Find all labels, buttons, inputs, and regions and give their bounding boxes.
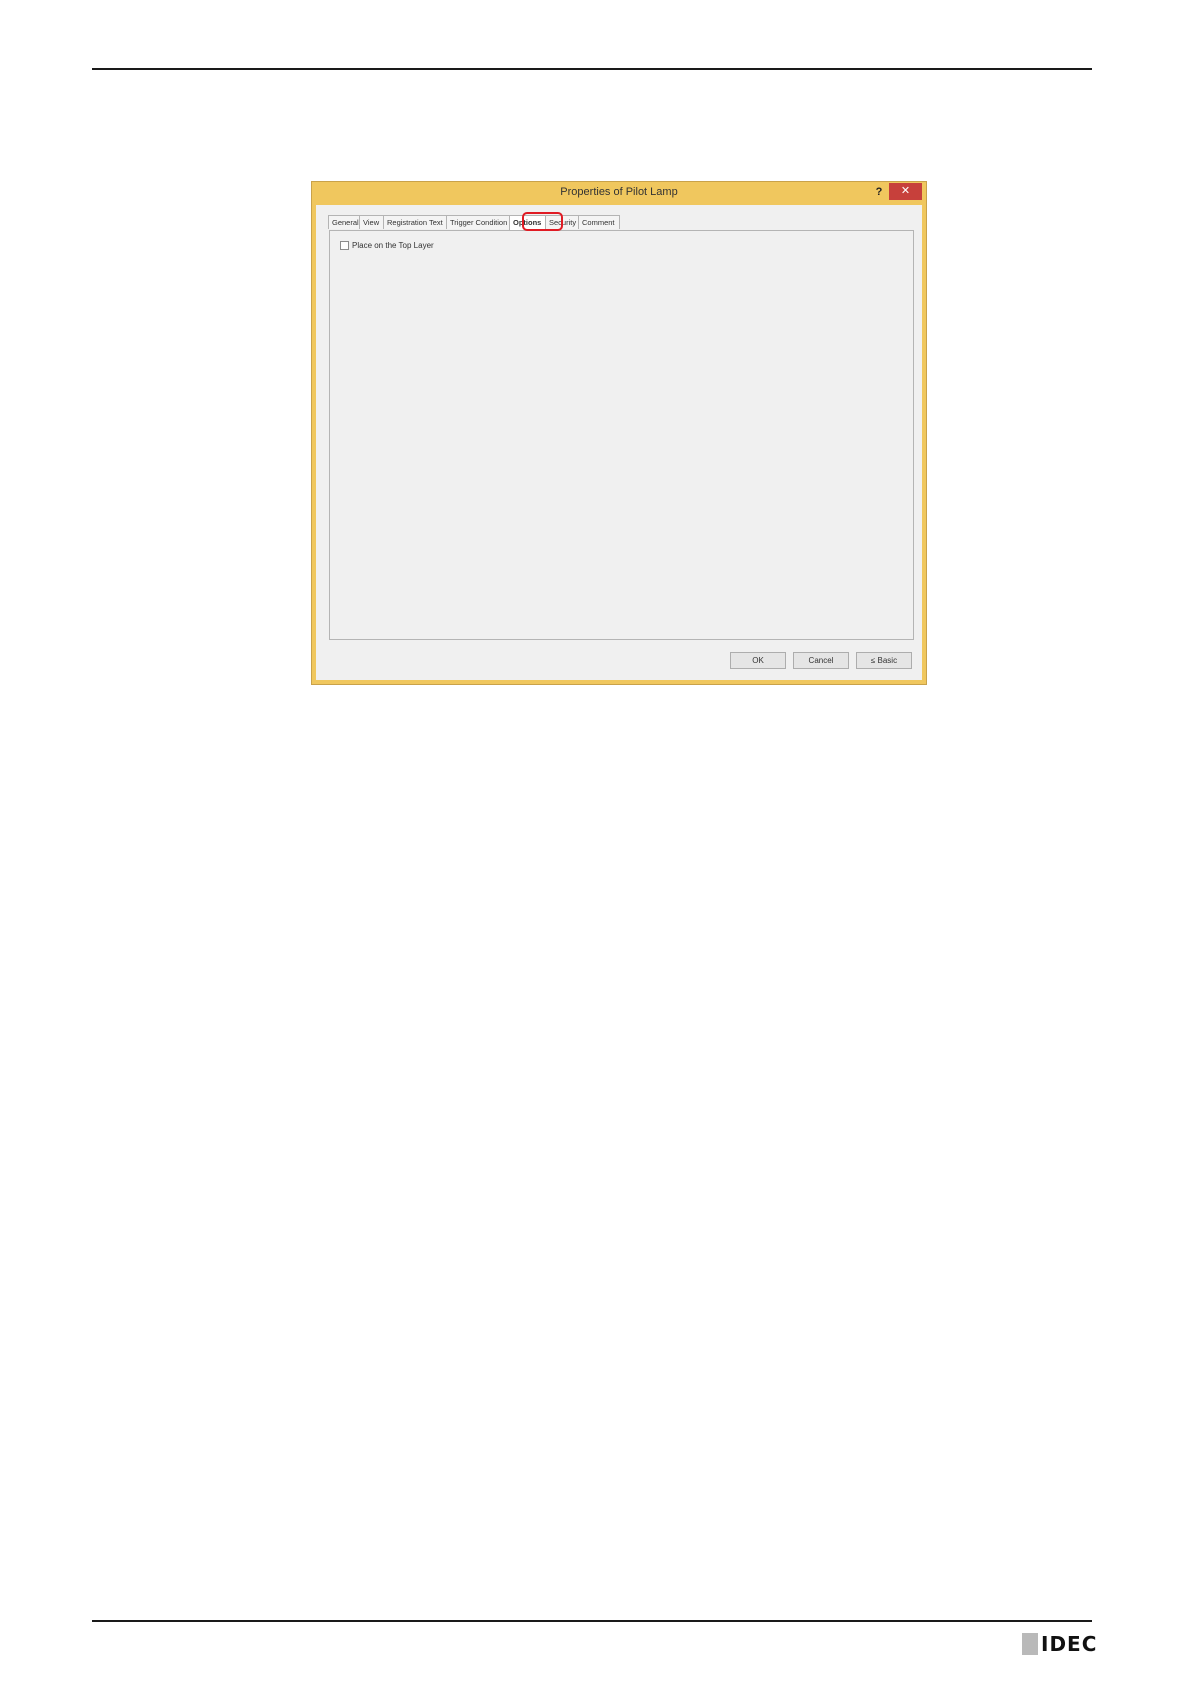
page-header-rule bbox=[92, 68, 1092, 70]
dialog-title: Properties of Pilot Lamp bbox=[560, 186, 678, 198]
tab-options[interactable]: Options bbox=[509, 215, 546, 230]
page-footer-rule bbox=[92, 1620, 1092, 1622]
idec-logo: IDEC bbox=[1022, 1632, 1097, 1656]
tab-comment[interactable]: Comment bbox=[578, 215, 620, 229]
ok-button[interactable]: OK bbox=[730, 652, 786, 669]
idec-logo-text: IDEC bbox=[1041, 1632, 1098, 1656]
dialog-client-area: General View Registration Text Trigger C… bbox=[316, 205, 922, 680]
tab-security[interactable]: Security bbox=[545, 215, 579, 229]
basic-button[interactable]: ≤ Basic bbox=[856, 652, 912, 669]
place-on-top-layer-option[interactable]: Place on the Top Layer bbox=[340, 241, 434, 250]
properties-dialog: Properties of Pilot Lamp ? ✕ General Vie… bbox=[311, 181, 927, 685]
tab-trigger-condition[interactable]: Trigger Condition bbox=[446, 215, 510, 229]
place-on-top-layer-checkbox[interactable] bbox=[340, 241, 349, 250]
help-button[interactable]: ? bbox=[872, 184, 886, 200]
tab-view[interactable]: View bbox=[359, 215, 384, 229]
tab-registration-text[interactable]: Registration Text bbox=[383, 215, 447, 229]
place-on-top-layer-label: Place on the Top Layer bbox=[352, 241, 434, 250]
dialog-titlebar[interactable]: Properties of Pilot Lamp ? ✕ bbox=[312, 182, 926, 205]
tab-strip: General View Registration Text Trigger C… bbox=[328, 215, 620, 230]
options-tab-panel: Place on the Top Layer bbox=[329, 230, 914, 640]
tab-general[interactable]: General bbox=[328, 215, 360, 229]
cancel-button[interactable]: Cancel bbox=[793, 652, 849, 669]
close-button[interactable]: ✕ bbox=[889, 183, 922, 200]
idec-logo-mark-icon bbox=[1022, 1633, 1038, 1655]
